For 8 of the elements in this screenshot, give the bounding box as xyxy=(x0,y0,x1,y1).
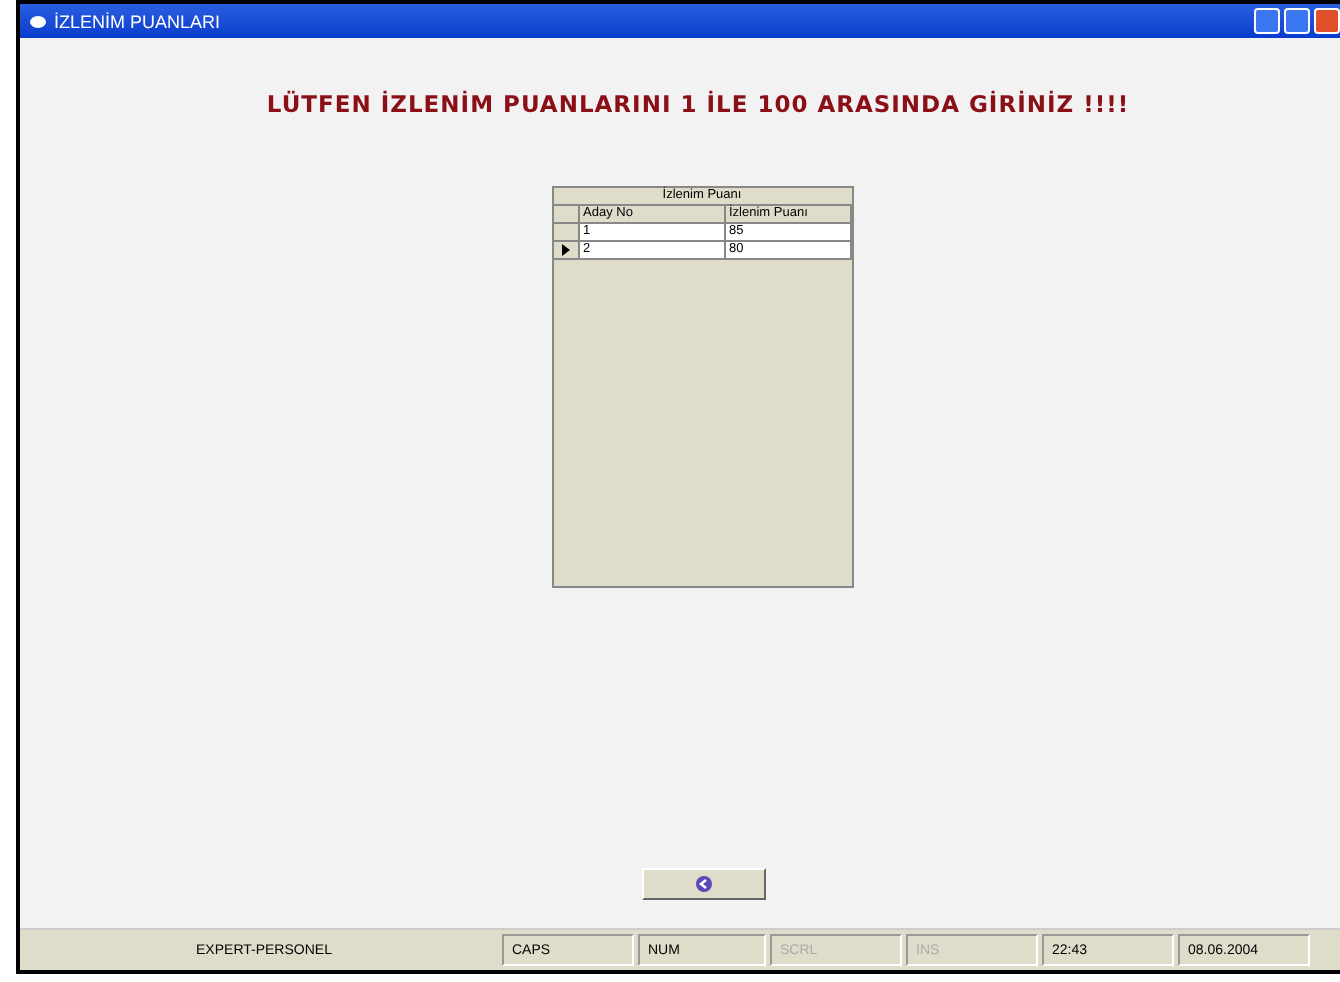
back-icon xyxy=(696,876,712,892)
restore-button[interactable] xyxy=(1284,8,1310,34)
instruction-heading: LÜTFEN İZLENİM PUANLARINI 1 İLE 100 ARASINDA GİRİNİZ !!!! xyxy=(266,90,1130,118)
minimize-button[interactable] xyxy=(1254,8,1280,34)
back-button[interactable] xyxy=(642,868,766,900)
window-title: İZLENİM PUANLARI xyxy=(54,11,221,31)
close-button[interactable] xyxy=(1314,8,1340,34)
app-icon xyxy=(30,15,46,27)
